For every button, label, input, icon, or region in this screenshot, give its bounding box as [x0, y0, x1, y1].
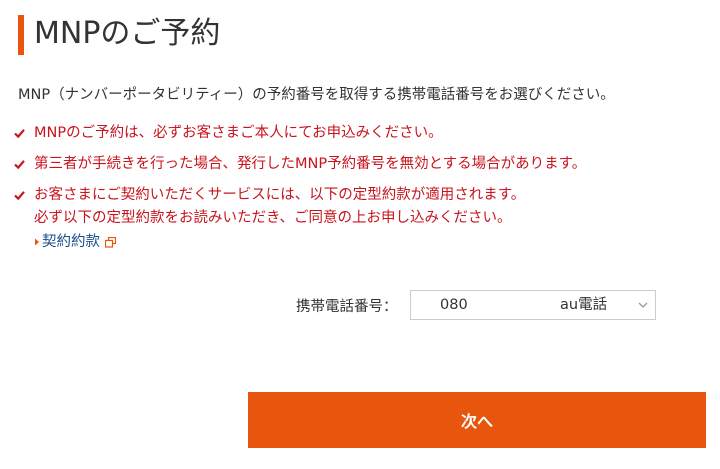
page-title: MNPのご予約	[34, 16, 221, 51]
contract-terms-label: 契約約款	[42, 234, 100, 250]
note-item-terms: お客さまにご契約いただくサービスには、以下の定型約款が適用されます。 必ず以下の…	[14, 184, 586, 254]
mnp-reservation-page: MNPのご予約 MNP（ナンバーポータビリティー）の予約番号を取得する携帯電話番…	[0, 0, 720, 469]
chevron-down-icon	[638, 302, 648, 308]
notes-list: MNPのご予約は、必ずお客さまご本人にてお申込みください。 第三者が手続きを行っ…	[14, 122, 586, 262]
check-icon	[14, 160, 25, 170]
phone-number-select[interactable]: 080 au電話	[410, 290, 656, 320]
note-text: MNPのご予約は、必ずお客さまご本人にてお申込みください。	[34, 125, 443, 141]
note-text: 必ず以下の定型約款をお読みいただき、ご同意の上お申し込みください。	[34, 210, 512, 226]
title-accent-bar	[18, 15, 24, 55]
phone-number-label: 携帯電話番号：	[296, 298, 398, 315]
note-item-self-apply: MNPのご予約は、必ずお客さまご本人にてお申込みください。	[14, 122, 586, 145]
note-text: お客さまにご契約いただくサービスには、以下の定型約款が適用されます。	[34, 187, 526, 203]
note-text: 第三者が手続きを行った場合、発行したMNP予約番号を無効とする場合があります。	[34, 156, 587, 172]
phone-select-row: 携帯電話番号： 080 au電話	[296, 290, 656, 320]
external-link-icon	[105, 236, 116, 248]
intro-text: MNP（ナンバーポータビリティー）の予約番号を取得する携帯電話番号をお選びくださ…	[18, 87, 615, 103]
contract-terms-link[interactable]: 契約約款	[34, 231, 116, 253]
phone-number-value: 080	[440, 297, 468, 313]
note-item-third-party: 第三者が手続きを行った場合、発行したMNP予約番号を無効とする場合があります。	[14, 153, 586, 176]
check-icon	[14, 191, 25, 201]
check-icon	[14, 129, 25, 139]
arrow-right-icon	[35, 238, 39, 246]
next-button[interactable]: 次へ	[248, 392, 706, 448]
carrier-value: au電話	[560, 297, 608, 313]
